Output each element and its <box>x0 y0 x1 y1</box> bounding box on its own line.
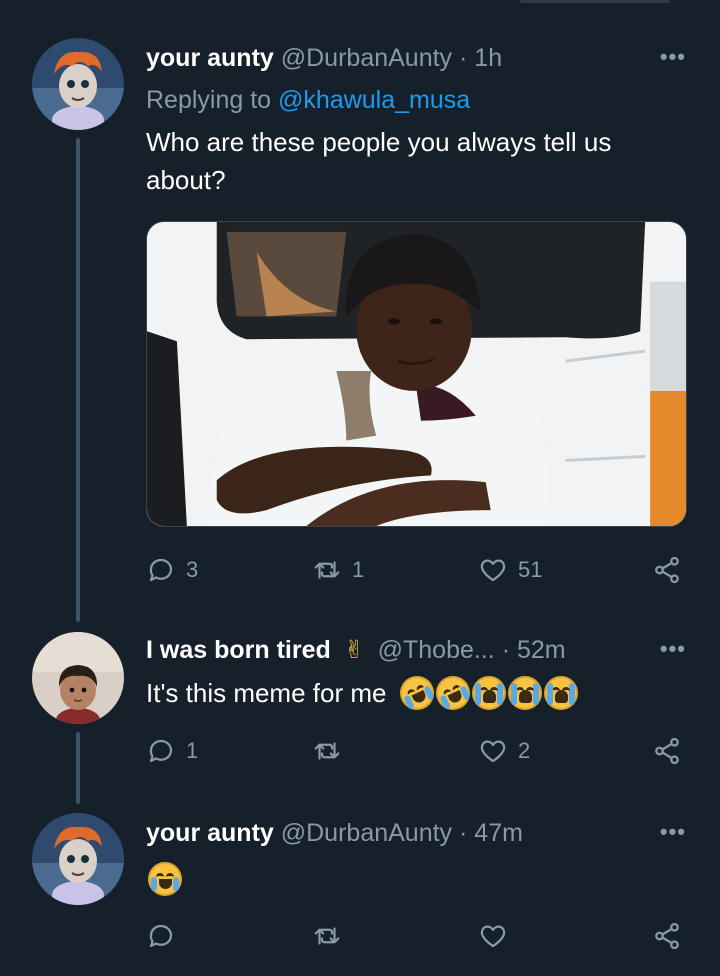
tweet-text <box>146 858 182 897</box>
thread-line <box>76 138 80 622</box>
replying-to: Replying to @khawula_musa <box>146 84 470 116</box>
share-icon <box>655 922 679 950</box>
avatar[interactable] <box>32 632 124 724</box>
retweet-button[interactable]: 1 <box>312 550 364 590</box>
timestamp[interactable]: 47m <box>474 819 523 847</box>
more-icon[interactable]: ••• <box>660 44 686 70</box>
like-count: 51 <box>518 557 543 582</box>
sob-emoji <box>508 676 543 710</box>
sob-emoji <box>472 676 507 710</box>
tweet-header: your aunty @DurbanAunty · 47m <box>146 817 523 849</box>
like-button[interactable]: 51 <box>478 550 542 590</box>
like-button[interactable]: 2 <box>478 731 530 771</box>
reply-icon <box>149 924 173 948</box>
more-icon[interactable]: ••• <box>660 819 686 845</box>
more-icon[interactable]: ••• <box>660 636 686 662</box>
tweet-text-line: It's this meme for me <box>146 678 387 708</box>
retweet-button[interactable] <box>312 731 352 771</box>
victory-hand-emoji: ✌ <box>343 635 365 664</box>
share-button[interactable] <box>652 731 682 771</box>
separator: · <box>459 44 468 72</box>
timestamp[interactable]: 1h <box>474 44 502 72</box>
tweet-text-line: Who are these people you always tell us <box>146 127 612 157</box>
reply-icon <box>149 739 173 763</box>
avatar-image <box>32 38 124 130</box>
like-count: 2 <box>518 738 531 763</box>
tweet-actions: 1 2 <box>146 731 692 771</box>
reply-count: 1 <box>186 738 199 763</box>
user-handle[interactable]: @DurbanAunty <box>281 819 452 847</box>
display-name[interactable]: your aunty <box>146 819 274 847</box>
avatar-image <box>32 632 124 724</box>
heart-icon <box>480 740 506 763</box>
reply-button[interactable] <box>146 916 186 956</box>
avatar[interactable] <box>32 38 124 130</box>
user-handle[interactable]: @DurbanAunty <box>281 44 452 72</box>
retweet-count: 1 <box>352 557 365 582</box>
tweet-image[interactable] <box>146 221 687 527</box>
tweet-actions: 3 1 51 <box>146 550 692 590</box>
tweet-actions <box>146 916 692 956</box>
heart-icon <box>480 559 506 582</box>
mention-link[interactable]: @khawula_musa <box>278 86 470 114</box>
display-name[interactable]: I was born tired <box>146 636 331 664</box>
tweet-header: your aunty @DurbanAunty · 1h <box>146 42 502 74</box>
reaction-emojis <box>394 670 579 716</box>
like-button[interactable] <box>478 916 518 956</box>
top-divider <box>520 0 670 3</box>
sob-emoji <box>544 676 579 710</box>
share-button[interactable] <box>652 916 682 956</box>
thread-line <box>76 732 80 804</box>
display-name[interactable]: your aunty <box>146 44 274 72</box>
separator: · <box>459 819 468 847</box>
timestamp[interactable]: 52m <box>517 636 566 664</box>
retweet-icon <box>314 927 340 945</box>
reply-icon <box>149 558 173 582</box>
tweet-text: It's this meme for me <box>146 670 579 716</box>
tweet-header: I was born tired ✌ @Thobe... · 52m <box>146 634 566 666</box>
share-icon <box>655 737 679 765</box>
reply-button[interactable]: 3 <box>146 550 198 590</box>
heart-icon <box>480 925 506 948</box>
user-handle[interactable]: @Thobe... <box>378 636 495 664</box>
rofl-emoji <box>394 670 441 716</box>
reply-button[interactable]: 1 <box>146 731 198 771</box>
meme-photo <box>147 222 686 526</box>
separator: · <box>501 636 511 664</box>
reply-count: 3 <box>186 557 199 582</box>
retweet-icon <box>314 561 340 579</box>
retweet-button[interactable] <box>312 916 352 956</box>
share-icon <box>655 556 679 584</box>
retweet-icon <box>314 742 340 760</box>
avatar[interactable] <box>32 813 124 905</box>
avatar-image <box>32 813 124 905</box>
rofl-emoji <box>430 670 477 716</box>
share-button[interactable] <box>652 550 682 590</box>
tweet-text-line: about? <box>146 165 226 195</box>
tweet-text: Who are these people you always tell us … <box>146 123 611 199</box>
joy-emoji <box>148 862 182 897</box>
replying-label: Replying to <box>146 86 272 114</box>
